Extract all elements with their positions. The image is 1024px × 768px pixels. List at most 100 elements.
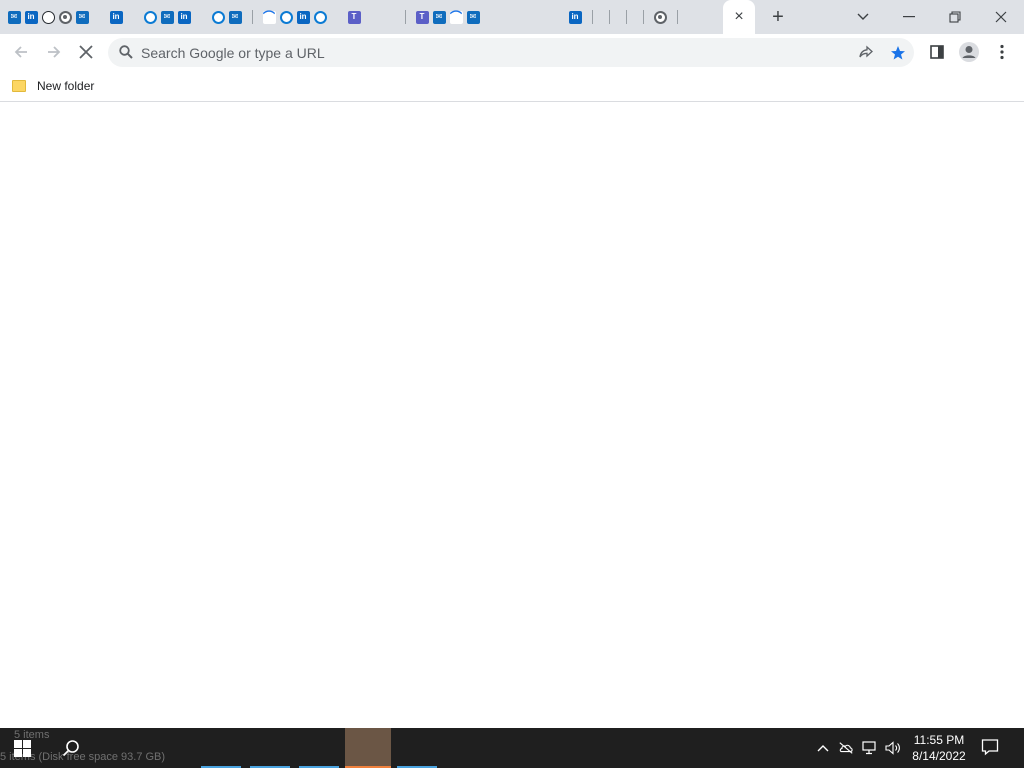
restore-button[interactable] <box>942 4 968 30</box>
background-tab[interactable] <box>142 9 158 25</box>
blank-favicon-icon <box>404 10 406 24</box>
swirl-favicon-icon: ⌒ <box>262 10 276 24</box>
page-content <box>0 103 1024 728</box>
linkedin-favicon-icon: in <box>568 10 582 24</box>
background-tab[interactable] <box>329 9 345 25</box>
bookmark-folder-new-folder[interactable]: New folder <box>12 75 94 97</box>
search-icon <box>62 740 79 757</box>
side-panel-button[interactable] <box>925 40 949 64</box>
outlook-favicon-icon: ✉ <box>7 10 21 24</box>
background-tab[interactable]: ✉ <box>465 9 481 25</box>
microsoft-favicon-icon <box>331 11 344 24</box>
profile-button[interactable] <box>957 40 981 64</box>
background-tab[interactable]: in <box>23 9 39 25</box>
background-tab[interactable]: ✉ <box>74 9 90 25</box>
background-tab[interactable] <box>652 9 668 25</box>
new-tab-button[interactable]: + <box>767 6 789 28</box>
taskbar-app-button[interactable] <box>397 728 437 768</box>
restore-icon <box>949 11 961 23</box>
background-tab[interactable] <box>584 9 600 25</box>
background-tab[interactable] <box>312 9 328 25</box>
background-tab[interactable]: ✉ <box>6 9 22 25</box>
background-tab[interactable] <box>40 9 56 25</box>
background-tab[interactable]: ✉ <box>431 9 447 25</box>
background-tab[interactable] <box>618 9 634 25</box>
bookmark-star-icon[interactable] <box>889 44 907 62</box>
windows-logo-icon <box>14 740 22 748</box>
tab-search-button[interactable] <box>850 4 876 30</box>
taskbar-app-button[interactable] <box>345 728 391 768</box>
background-tab[interactable] <box>278 9 294 25</box>
background-tab[interactable] <box>210 9 226 25</box>
background-tab[interactable] <box>482 9 498 25</box>
background-tab[interactable] <box>635 9 651 25</box>
background-tab[interactable] <box>125 9 141 25</box>
background-tab[interactable] <box>516 9 532 25</box>
blank-favicon-icon <box>591 10 593 24</box>
taskbar-app-button[interactable] <box>201 728 241 768</box>
start-button[interactable] <box>14 740 31 757</box>
volume-icon[interactable] <box>885 740 901 756</box>
microsoft-favicon-icon <box>552 11 565 24</box>
onedrive-offline-icon[interactable] <box>838 740 854 756</box>
system-clock[interactable]: 11:55 PM 8/14/2022 <box>906 732 972 764</box>
background-tab[interactable]: ⌒ <box>261 9 277 25</box>
microsoft-favicon-icon <box>535 11 548 24</box>
background-tab[interactable]: in <box>176 9 192 25</box>
background-tab[interactable]: T <box>346 9 362 25</box>
background-tab[interactable]: ✉ <box>227 9 243 25</box>
background-tab[interactable] <box>244 9 260 25</box>
back-button[interactable] <box>9 40 33 64</box>
linkedin-favicon-icon: in <box>109 10 123 24</box>
close-window-button[interactable] <box>988 4 1014 30</box>
search-icon <box>118 44 134 65</box>
linkedin-favicon-icon: in <box>177 10 191 24</box>
background-tab[interactable] <box>397 9 413 25</box>
background-tab[interactable] <box>669 9 685 25</box>
background-tab[interactable]: T <box>414 9 430 25</box>
forward-button[interactable] <box>42 40 66 64</box>
background-tab[interactable]: ✉ <box>159 9 175 25</box>
background-tab[interactable] <box>550 9 566 25</box>
omnibox[interactable] <box>108 38 914 67</box>
background-tab[interactable]: ⌒ <box>448 9 464 25</box>
edge-favicon-icon <box>143 10 157 24</box>
microsoft-favicon-icon <box>127 11 140 24</box>
background-tab[interactable] <box>91 9 107 25</box>
microsoft-favicon-icon <box>484 11 497 24</box>
taskbar: 5 items 5 items (Disk free space 93.7 GB… <box>0 728 1024 768</box>
tab-close-button[interactable]: × <box>734 8 743 26</box>
tab-strip: ✉ in ✉ in ✉ in ✉ ⌒ in T T ✉ ⌒ ✉ in × + <box>0 0 1024 34</box>
clock-time: 11:55 PM <box>913 733 965 747</box>
address-input[interactable] <box>141 38 821 67</box>
microsoft-favicon-icon <box>518 11 531 24</box>
active-tab[interactable]: × <box>723 0 755 34</box>
background-tab[interactable] <box>380 9 396 25</box>
more-vert-icon <box>1000 44 1004 60</box>
background-tab[interactable] <box>193 9 209 25</box>
taskbar-app-button[interactable] <box>299 728 339 768</box>
minimize-icon <box>903 16 915 18</box>
background-tab[interactable] <box>363 9 379 25</box>
background-tab[interactable] <box>601 9 617 25</box>
background-tab[interactable]: in <box>567 9 583 25</box>
network-icon[interactable] <box>862 740 878 756</box>
minimize-button[interactable] <box>896 4 922 30</box>
background-tab[interactable]: in <box>108 9 124 25</box>
background-tab[interactable] <box>57 9 73 25</box>
share-icon[interactable] <box>857 44 875 62</box>
background-tab[interactable] <box>499 9 515 25</box>
taskbar-search-button[interactable] <box>62 739 80 762</box>
show-hidden-icons-button[interactable] <box>815 740 831 756</box>
outlook-favicon-icon: ✉ <box>160 10 174 24</box>
teams-favicon-icon: T <box>347 10 361 24</box>
bookmarks-bar: New folder <box>0 70 1024 102</box>
stop-loading-button[interactable] <box>74 40 98 64</box>
taskbar-app-button[interactable] <box>250 728 290 768</box>
background-tab[interactable]: in <box>295 9 311 25</box>
chevron-up-icon <box>817 745 829 752</box>
menu-button[interactable] <box>990 40 1014 64</box>
action-center-button[interactable] <box>981 738 1001 758</box>
background-tab[interactable] <box>533 9 549 25</box>
arrow-right-icon <box>48 46 61 58</box>
